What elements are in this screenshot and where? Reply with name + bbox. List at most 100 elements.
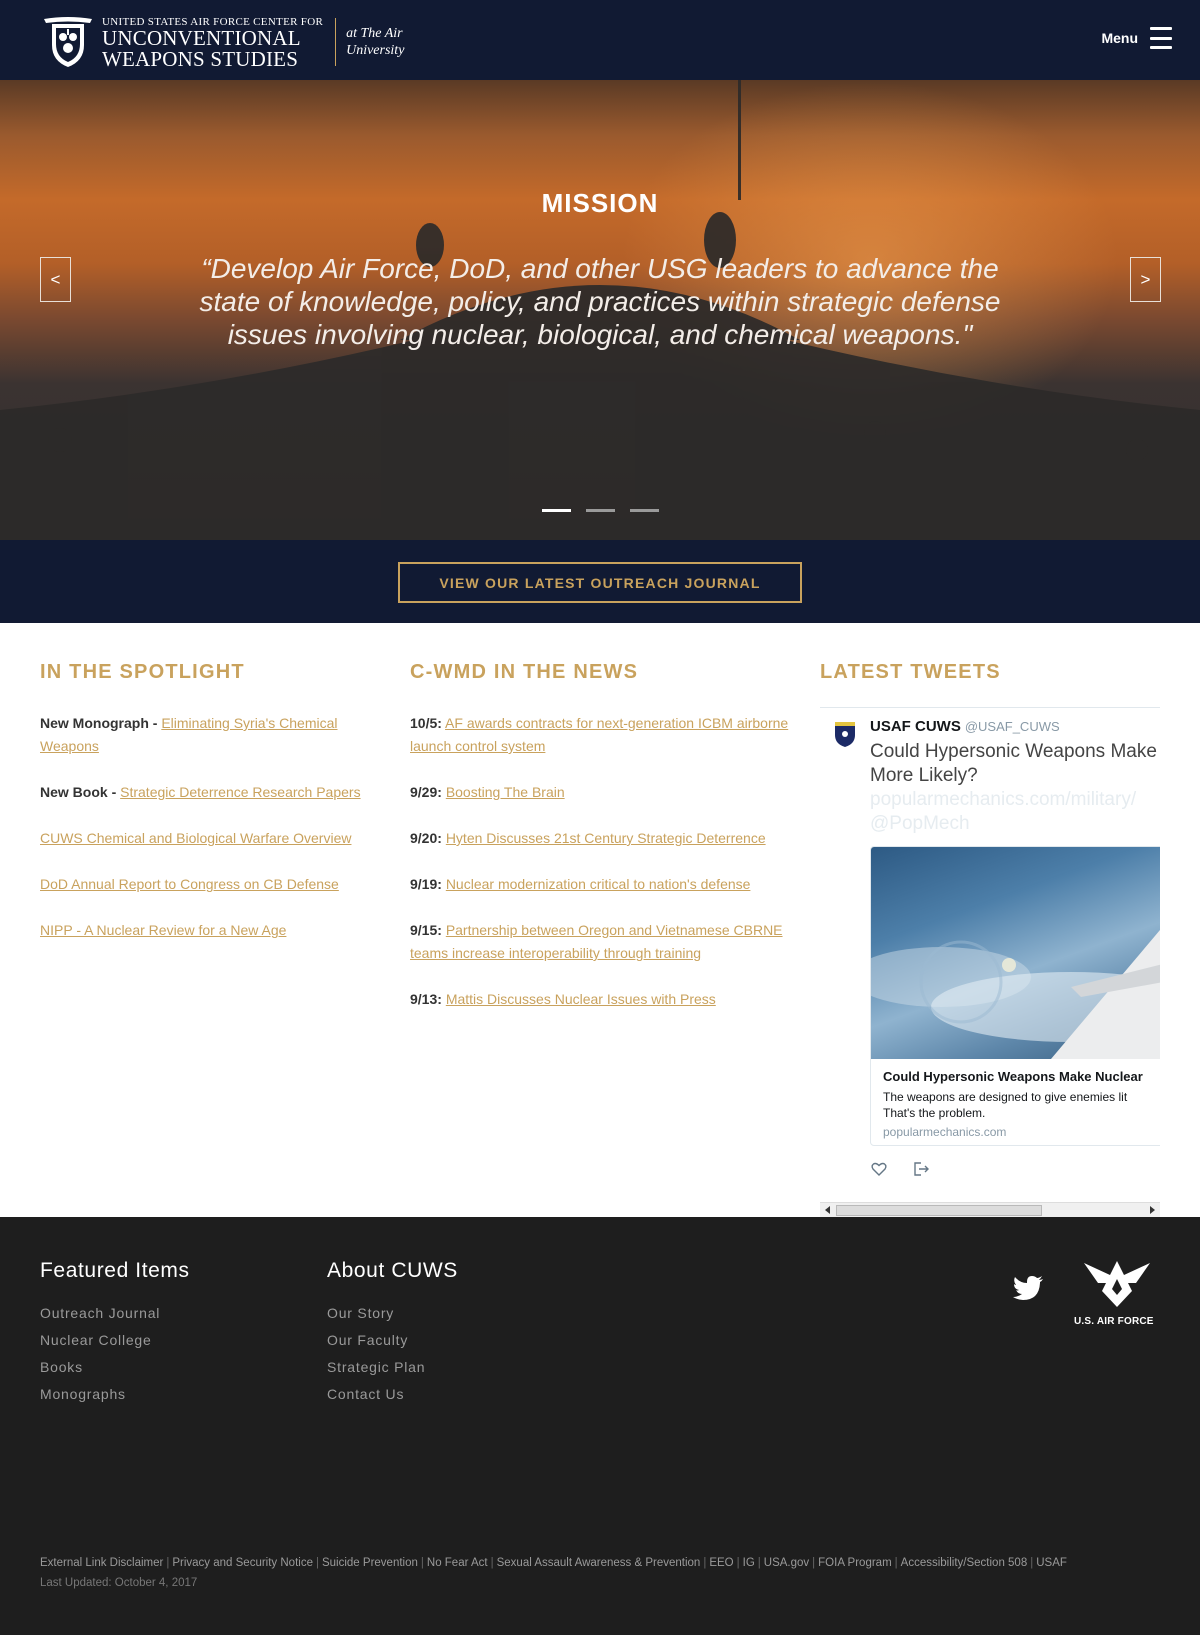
news-item-link[interactable]: Boosting The Brain <box>446 784 565 800</box>
tweet-text-line-1: Could Hypersonic Weapons Make <box>870 741 1157 762</box>
legal-link[interactable]: Accessibility/Section 508 <box>901 1557 1028 1569</box>
news-item-link[interactable]: AF awards contracts for next-generation … <box>410 715 788 754</box>
tweet-card-image <box>871 847 1160 1059</box>
carousel-dot[interactable] <box>586 509 615 512</box>
legal-separator: | <box>703 1557 707 1569</box>
legal-link[interactable]: USAF <box>1036 1557 1067 1569</box>
carousel-dot[interactable] <box>630 509 659 512</box>
legal-separator: | <box>490 1557 494 1569</box>
legal-link[interactable]: Suicide Prevention <box>322 1557 418 1569</box>
view-outreach-journal-button[interactable]: VIEW OUR LATEST OUTREACH JOURNAL <box>398 562 802 603</box>
footer-about-link[interactable]: Our Faculty <box>327 1332 458 1348</box>
footer-featured-column: Featured Items Outreach Journal Nuclear C… <box>40 1259 190 1413</box>
carousel-next-button[interactable]: > <box>1130 257 1161 302</box>
scroll-left-icon[interactable] <box>825 1206 830 1214</box>
legal-separator: | <box>315 1557 319 1569</box>
footer-about-links: Our Story Our Faculty Strategic Plan Contac… <box>327 1305 458 1402</box>
legal-separator: | <box>736 1557 740 1569</box>
hamburger-icon <box>1150 24 1172 52</box>
logo-sub-line-1: at The Air <box>346 26 403 41</box>
footer-featured-link[interactable]: Monographs <box>40 1386 190 1402</box>
news-heading: C-WMD IN THE NEWS <box>410 661 639 683</box>
news-item-link[interactable]: Hyten Discusses 21st Century Strategic D… <box>446 830 766 846</box>
news-section: C-WMD IN THE NEWS 10/5: AF awards contra… <box>410 661 800 1034</box>
legal-link[interactable]: FOIA Program <box>818 1557 892 1569</box>
legal-link[interactable]: External Link Disclaimer <box>40 1557 163 1569</box>
share-icon[interactable] <box>912 1160 930 1178</box>
footer-featured-link[interactable]: Nuclear College <box>40 1332 190 1348</box>
horizontal-scrollbar[interactable] <box>820 1202 1160 1217</box>
logo-line-1: UNCONVENTIONAL <box>102 26 301 50</box>
news-item-link[interactable]: Mattis Discusses Nuclear Issues with Pre… <box>446 991 716 1007</box>
spotlight-heading: IN THE SPOTLIGHT <box>40 661 245 683</box>
tweet-actions <box>870 1160 954 1178</box>
heart-icon[interactable] <box>870 1160 888 1178</box>
menu-button[interactable]: Menu <box>1101 24 1172 52</box>
legal-link[interactable]: Privacy and Security Notice <box>172 1557 313 1569</box>
hero-carousel: MISSION “Develop Air Force, DoD, and oth… <box>0 80 1200 540</box>
spotlight-item-link[interactable]: DoD Annual Report to Congress on CB Defe… <box>40 876 339 892</box>
tweet-link-card[interactable]: Could Hypersonic Weapons Make Nuclear Th… <box>870 846 1160 1146</box>
spotlight-item: New Book - Strategic Deterrence Research… <box>40 781 380 804</box>
tweet-mention[interactable]: @PopMech <box>870 812 1160 836</box>
news-item-date: 9/13: <box>410 991 442 1007</box>
spotlight-list: New Monograph - Eliminating Syria's Chem… <box>40 712 380 942</box>
site-footer: Featured Items Outreach Journal Nuclear C… <box>0 1217 1200 1635</box>
spotlight-item-prefix: New Book - <box>40 784 121 800</box>
footer-featured-link[interactable]: Books <box>40 1359 190 1375</box>
news-item-date: 10/5: <box>410 715 442 731</box>
news-item-link[interactable]: Nuclear modernization critical to nation… <box>446 876 751 892</box>
spotlight-item-link[interactable]: Strategic Deterrence Research Papers <box>120 784 360 800</box>
tweet-card-desc-line-2: That's the problem. <box>883 1106 986 1120</box>
tweet-link[interactable]: popularmechanics.com/military/ <box>870 788 1160 812</box>
tweet-author-handle: @USAF_CUWS <box>964 719 1060 734</box>
news-item: 9/20: Hyten Discusses 21st Century Strat… <box>410 827 800 850</box>
news-item-date: 9/19: <box>410 876 442 892</box>
footer-about-link[interactable]: Our Story <box>327 1305 458 1321</box>
carousel-dot[interactable] <box>542 509 571 512</box>
tweet-card-description: The weapons are designed to give enemies… <box>883 1089 1160 1121</box>
news-item: 9/19: Nuclear modernization critical to … <box>410 873 800 896</box>
main-content: IN THE SPOTLIGHT New Monograph - Elimina… <box>0 623 1200 1217</box>
legal-link[interactable]: No Fear Act <box>427 1557 488 1569</box>
footer-about-heading: About CUWS <box>327 1259 458 1282</box>
scroll-right-icon[interactable] <box>1150 1206 1155 1214</box>
legal-link[interactable]: Sexual Assault Awareness & Prevention <box>497 1557 701 1569</box>
spotlight-item: NIPP - A Nuclear Review for a New Age <box>40 919 380 942</box>
news-item: 9/13: Mattis Discusses Nuclear Issues wi… <box>410 988 800 1011</box>
twitter-icon[interactable] <box>1012 1275 1044 1303</box>
tweet-card-url: popularmechanics.com <box>883 1125 1007 1139</box>
footer-about-link[interactable]: Strategic Plan <box>327 1359 458 1375</box>
news-item-link[interactable]: Partnership between Oregon and Vietnames… <box>410 922 783 961</box>
twitter-timeline[interactable]: USAF CUWS @USAF_CUWS Could Hypersonic Wea… <box>820 707 1160 1217</box>
spotlight-section: IN THE SPOTLIGHT New Monograph - Elimina… <box>40 661 380 965</box>
spotlight-item-link[interactable]: NIPP - A Nuclear Review for a New Age <box>40 922 286 938</box>
news-item-date: 9/29: <box>410 784 442 800</box>
scrollbar-thumb[interactable] <box>836 1205 1042 1216</box>
spotlight-item: New Monograph - Eliminating Syria's Chem… <box>40 712 380 758</box>
logo-line-2: WEAPONS STUDIES <box>102 47 299 71</box>
spotlight-item: DoD Annual Report to Congress on CB Defe… <box>40 873 380 896</box>
journal-band: VIEW OUR LATEST OUTREACH JOURNAL <box>0 540 1200 623</box>
tweet-text-line-2: More Likely? <box>870 765 978 786</box>
hero-quote: “Develop Air Force, DoD, and other USG l… <box>199 253 1001 350</box>
legal-separator: | <box>894 1557 898 1569</box>
shield-icon <box>40 15 96 69</box>
footer-featured-links: Outreach Journal Nuclear College Books Mono… <box>40 1305 190 1402</box>
news-item: 9/29: Boosting The Brain <box>410 781 800 804</box>
legal-separator: | <box>1030 1557 1034 1569</box>
footer-about-column: About CUWS Our Story Our Faculty Strategic… <box>327 1259 458 1413</box>
tweet-author[interactable]: USAF CUWS @USAF_CUWS <box>870 718 1060 735</box>
tweet-text: Could Hypersonic Weapons Make More Likel… <box>870 740 1160 836</box>
tweet-avatar[interactable] <box>832 720 858 748</box>
footer-about-link[interactable]: Contact Us <box>327 1386 458 1402</box>
legal-link[interactable]: EEO <box>709 1557 733 1569</box>
legal-separator: | <box>757 1557 761 1569</box>
footer-featured-link[interactable]: Outreach Journal <box>40 1305 190 1321</box>
spotlight-item-link[interactable]: CUWS Chemical and Biological Warfare Ove… <box>40 830 351 846</box>
legal-link[interactable]: IG <box>743 1557 755 1569</box>
legal-link[interactable]: USA.gov <box>764 1557 809 1569</box>
site-logo[interactable]: UNITED STATES AIR FORCE CENTER FOR UNCON… <box>40 14 404 70</box>
hero-title: MISSION <box>541 188 659 218</box>
carousel-prev-button[interactable]: < <box>40 257 71 302</box>
